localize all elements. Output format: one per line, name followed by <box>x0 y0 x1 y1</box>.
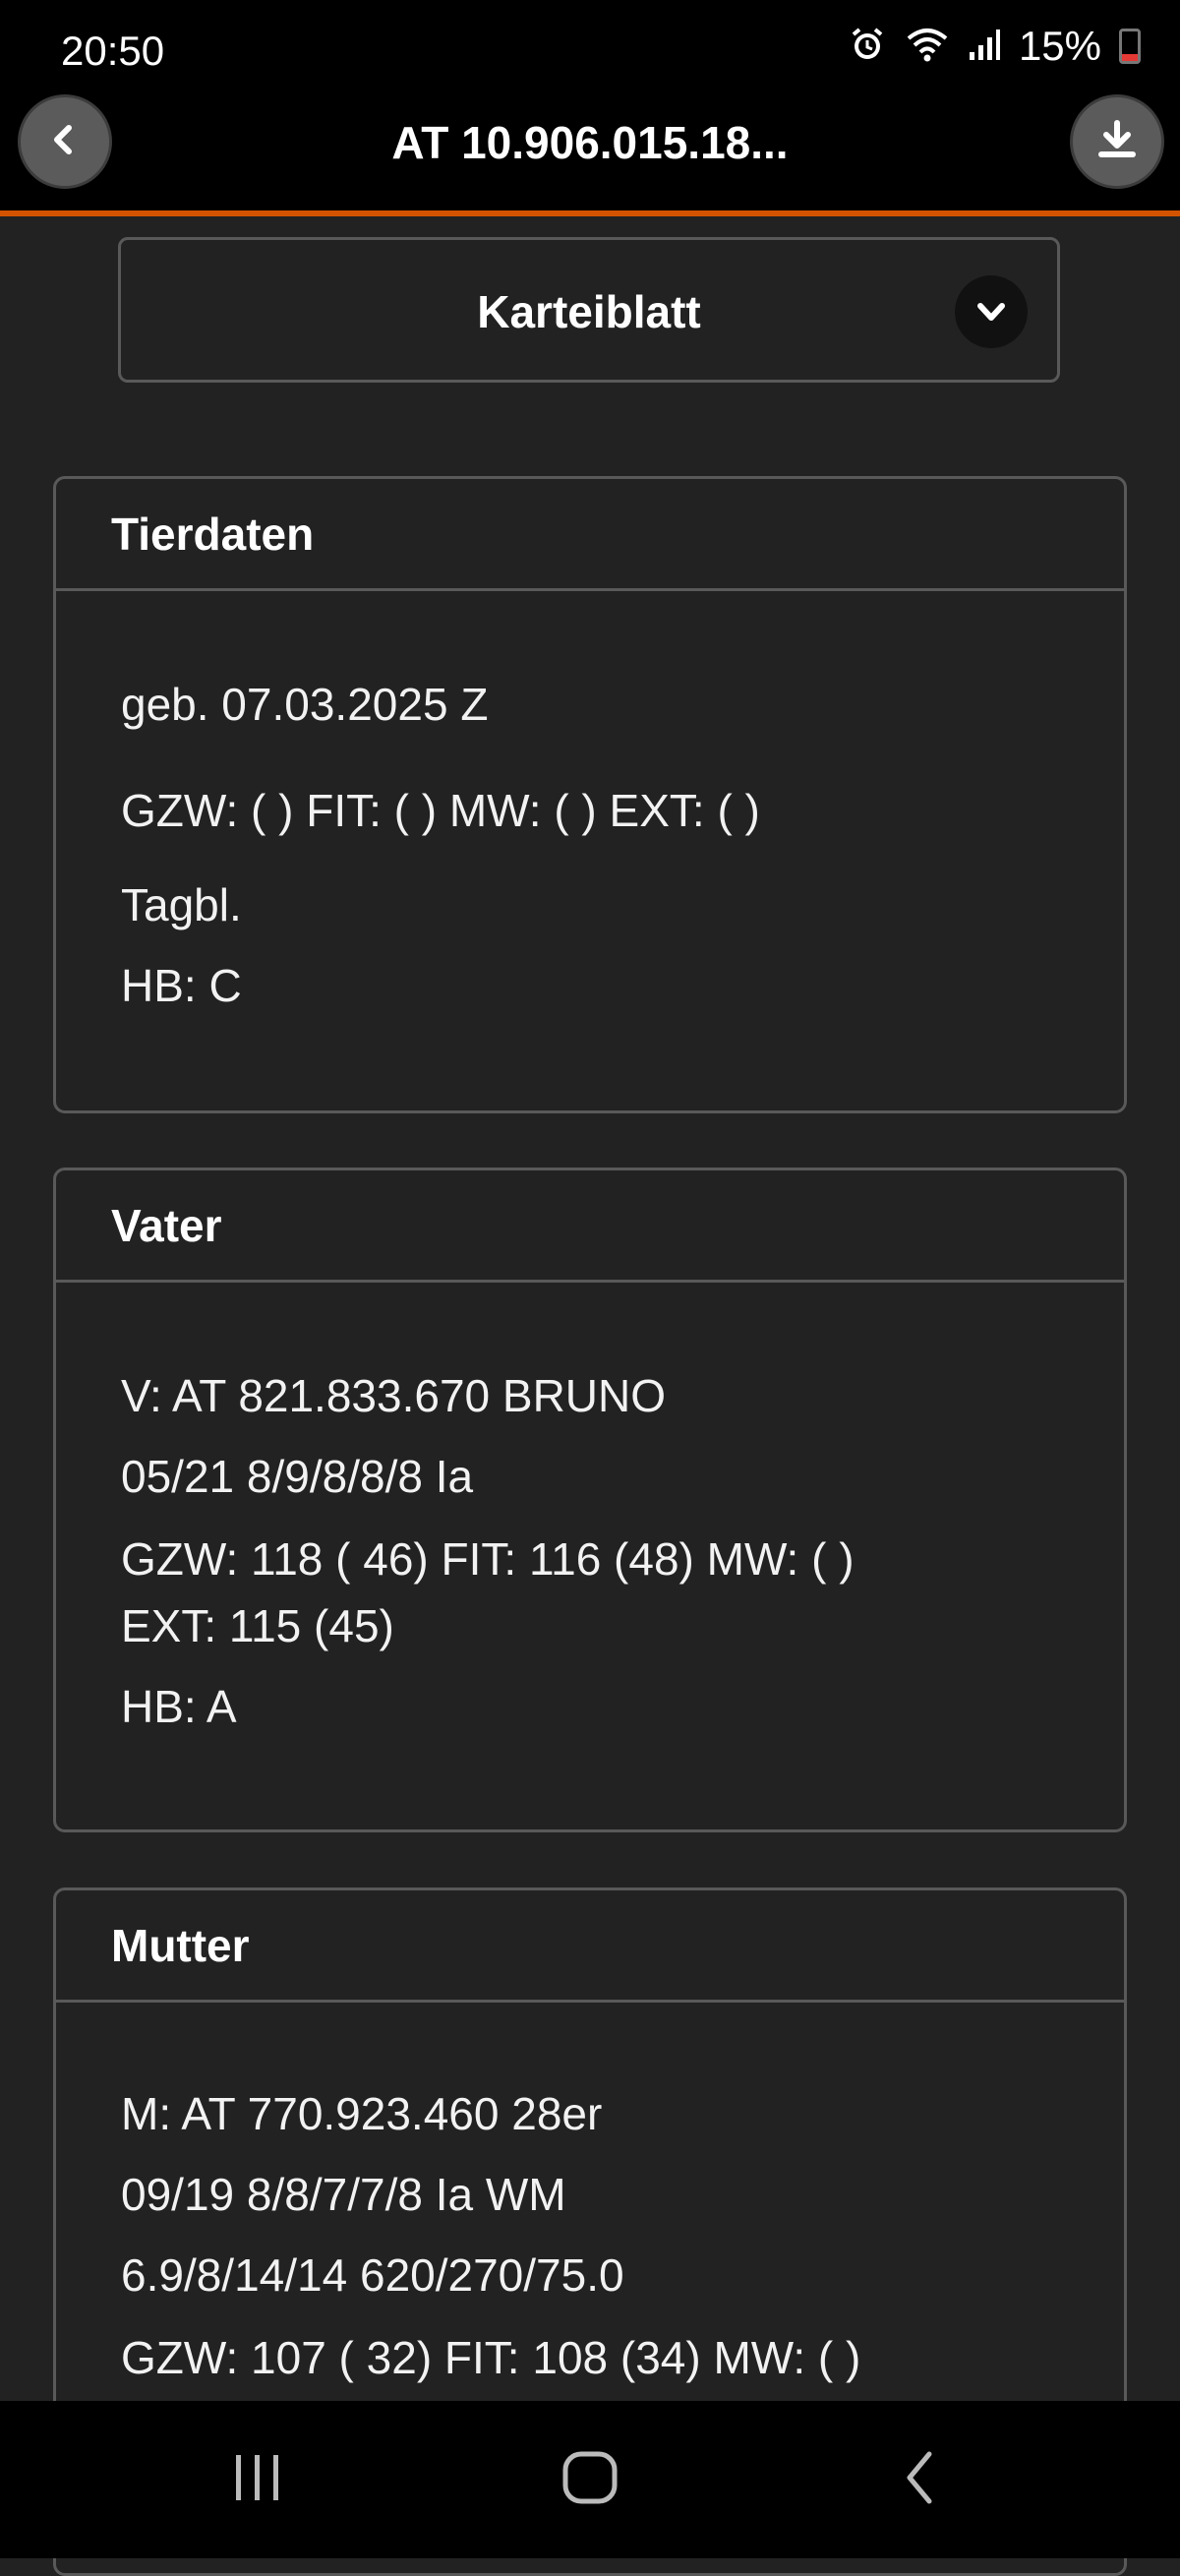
view-select[interactable]: Karteiblatt <box>118 237 1060 383</box>
card-title: Tierdaten <box>56 479 1124 591</box>
page-title: AT 10.906.015.18... <box>391 117 789 168</box>
home-button[interactable] <box>557 2450 623 2509</box>
status-icons: 15% <box>848 22 1141 71</box>
recent-apps-button[interactable] <box>228 2450 287 2509</box>
home-icon <box>560 2450 620 2510</box>
wifi-icon <box>905 25 950 69</box>
back-icon <box>900 2448 939 2512</box>
download-icon <box>1092 115 1142 169</box>
sire-id: V: AT 821.833.670 BRUNO <box>121 1370 667 1421</box>
chevron-down-icon <box>955 275 1028 348</box>
card-title: Vater <box>56 1170 1124 1283</box>
sire-scores: 05/21 8/9/8/8/8 Ia <box>121 1451 474 1502</box>
nav-back-button[interactable] <box>895 2450 944 2509</box>
birth-info: geb. 07.03.2025 Z <box>121 679 489 730</box>
sire-ext-value: EXT: 115 (45) <box>121 1600 394 1651</box>
card-tierdaten: Tierdaten geb. 07.03.2025 Z GZW: ( ) FIT… <box>53 476 1127 1113</box>
daily-info: Tagbl. <box>121 879 242 930</box>
signal-icon <box>968 25 1001 69</box>
card-title: Mutter <box>56 1890 1124 2003</box>
alarm-icon <box>848 25 887 69</box>
download-button[interactable] <box>1070 94 1164 189</box>
sire-herdbook-class: HB: A <box>121 1681 237 1732</box>
herdbook-class: HB: C <box>121 960 242 1011</box>
status-bar: 20:50 15% <box>0 0 1180 87</box>
system-nav-bar <box>0 2401 1180 2558</box>
status-time: 20:50 <box>61 28 165 74</box>
battery-level: 15% <box>1018 23 1101 69</box>
breeding-values: GZW: ( ) FIT: ( ) MW: ( ) EXT: ( ) <box>121 785 760 836</box>
card-vater: Vater V: AT 821.833.670 BRUNO 05/21 8/9/… <box>53 1168 1127 1832</box>
dam-scores: 09/19 8/8/7/7/8 Ia WM <box>121 2169 566 2220</box>
dam-id: M: AT 770.923.460 28er <box>121 2088 603 2139</box>
view-select-value: Karteiblatt <box>477 286 701 337</box>
battery-icon <box>1119 29 1141 64</box>
dam-performance: 6.9/8/14/14 620/270/75.0 <box>121 2249 624 2301</box>
dam-breeding-values: GZW: 107 ( 32) FIT: 108 (34) MW: ( ) <box>121 2332 861 2383</box>
sire-breeding-values: GZW: 118 ( 46) FIT: 116 (48) MW: ( ) <box>121 1533 855 1585</box>
recent-apps-icon <box>228 2453 287 2507</box>
